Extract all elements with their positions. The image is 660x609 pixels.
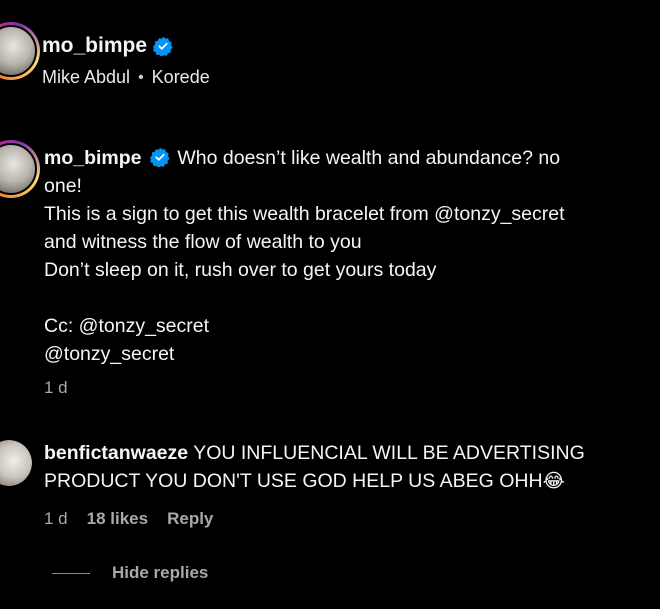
comment-first-line: benfictanwaeze YOU INFLUENCIAL WILL BE A…	[44, 439, 656, 467]
avatar-image	[0, 25, 37, 77]
caption-avatar[interactable]	[0, 140, 40, 198]
avatar-image	[0, 143, 37, 195]
comment-timestamp: 1 d	[44, 509, 68, 528]
caption-text: mo_bimpe Who doesn’t like wealth and abu…	[44, 144, 656, 368]
comment-text: benfictanwaeze YOU INFLUENCIAL WILL BE A…	[44, 439, 656, 495]
caption-username[interactable]: mo_bimpe	[44, 147, 142, 169]
verified-badge-icon	[150, 147, 170, 167]
caption-first-line: mo_bimpe Who doesn’t like wealth and abu…	[44, 144, 656, 172]
comment-avatar[interactable]	[0, 440, 32, 486]
header-avatar[interactable]	[0, 22, 40, 80]
caption-text-line: This is a sign to get this wealth bracel…	[44, 203, 565, 225]
caption-text-line: one!	[44, 175, 82, 197]
divider-line	[52, 572, 90, 574]
caption-text-line: Don’t sleep on it, rush over to get your…	[44, 259, 437, 281]
caption-timestamp: 1 d	[44, 378, 68, 397]
tagged-user[interactable]: Korede	[152, 67, 210, 88]
caption-text-line: @tonzy_secret	[44, 343, 175, 365]
likes-count-button[interactable]: 18 likes	[87, 509, 148, 529]
laughing-emoji-icon: 😂	[542, 471, 565, 492]
hide-replies-label: Hide replies	[112, 563, 209, 582]
avatar-image	[0, 440, 32, 486]
hide-replies-button[interactable]: Hide replies	[52, 563, 208, 583]
header-username[interactable]: mo_bimpe	[42, 34, 147, 58]
comment-text-line: PRODUCT YOU DON'T USE GOD HELP US ABEG O…	[44, 470, 543, 492]
comment-username[interactable]: benfictanwaeze	[44, 442, 188, 464]
comment-meta: 1 d 18 likes Reply	[44, 509, 213, 529]
comment-text-line: YOU INFLUENCIAL WILL BE ADVERTISING	[193, 442, 585, 464]
caption-text-line: Who doesn’t like wealth and abundance? n…	[177, 147, 561, 169]
caption-text-line: and witness the flow of wealth to you	[44, 231, 362, 253]
header-username-row: mo_bimpe	[42, 34, 173, 58]
tagged-user[interactable]: Mike Abdul	[42, 67, 130, 88]
verified-badge-icon	[153, 36, 173, 56]
comment-second-line: PRODUCT YOU DON'T USE GOD HELP US ABEG O…	[44, 467, 656, 495]
separator-dot: •	[138, 68, 144, 86]
caption-text-line: Cc: @tonzy_secret	[44, 315, 210, 337]
tagged-users: Mike Abdul • Korede	[42, 67, 210, 88]
reply-button[interactable]: Reply	[167, 509, 213, 529]
